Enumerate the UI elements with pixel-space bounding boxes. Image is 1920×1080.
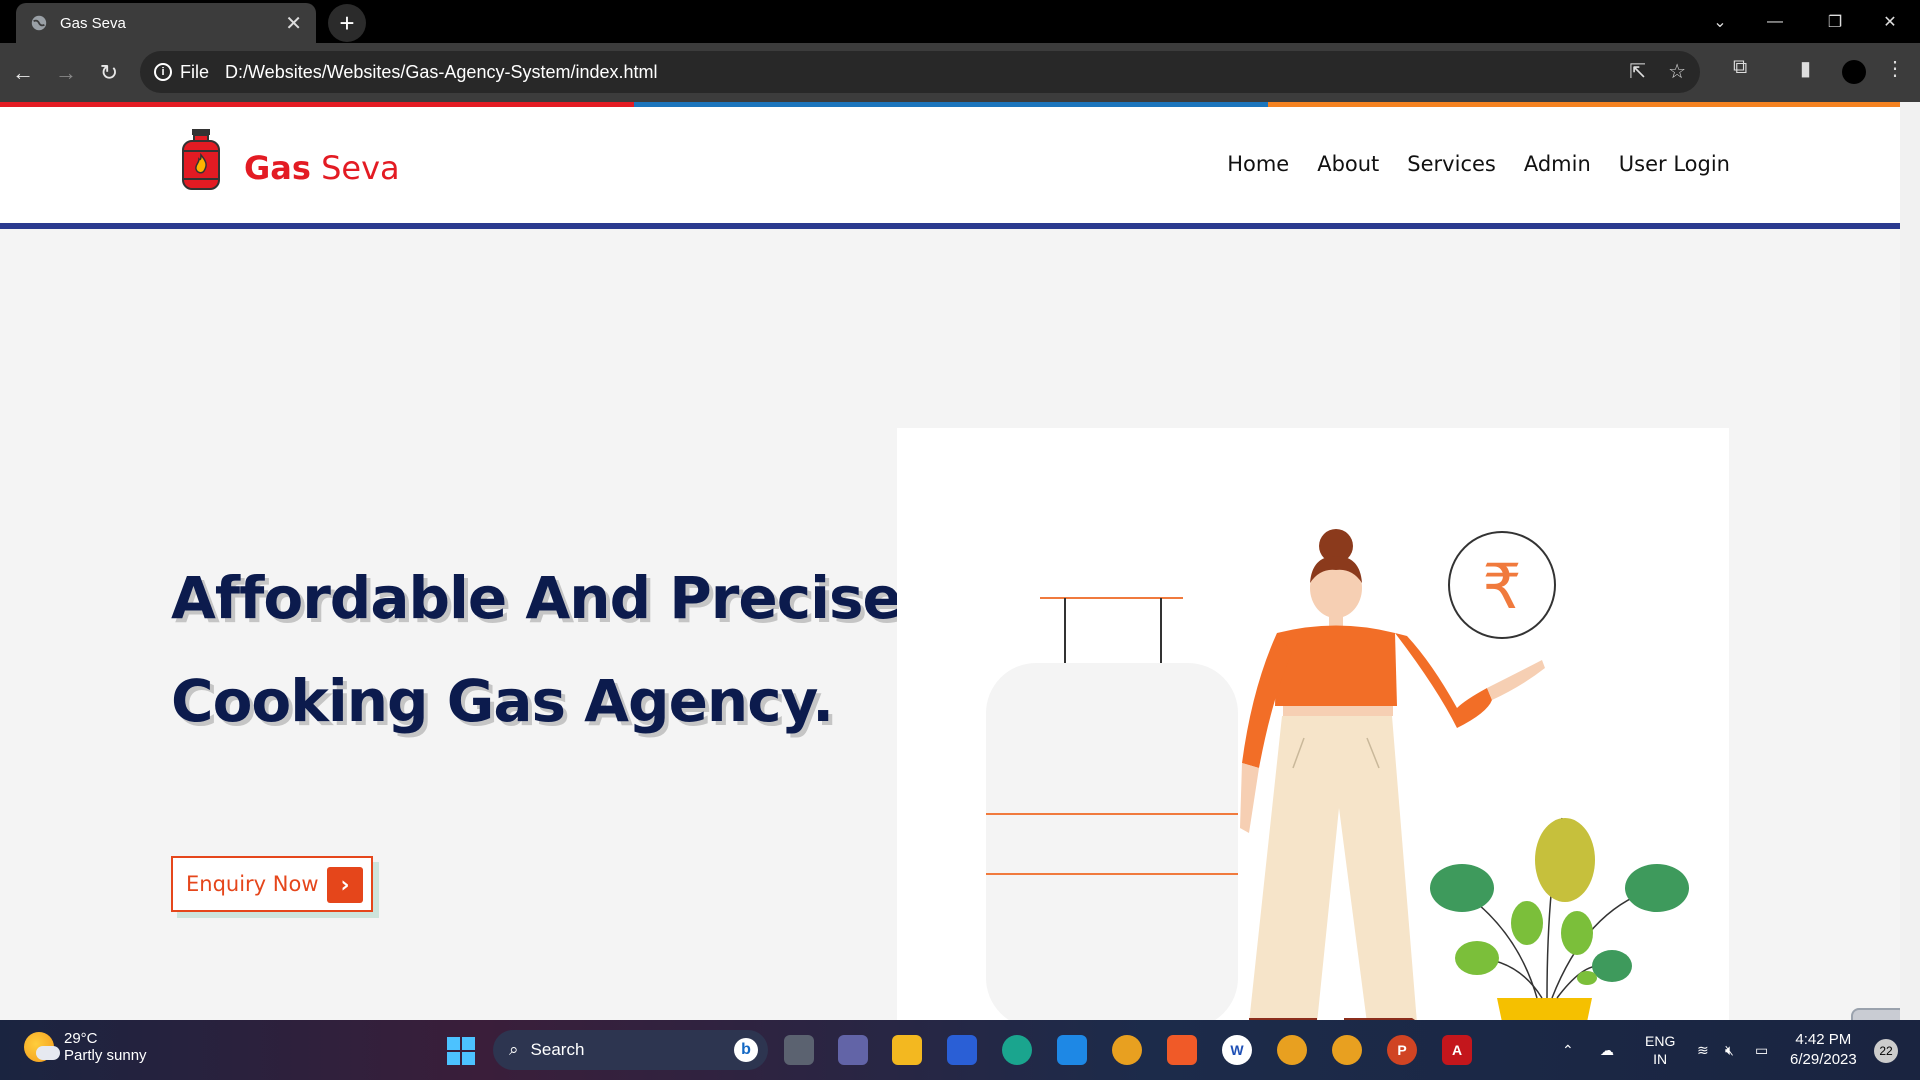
hero-title-line-1: Affordable And Precise — [171, 564, 902, 632]
browser-tab[interactable]: Gas Seva ✕ — [16, 3, 316, 43]
profile-avatar[interactable] — [1842, 60, 1866, 84]
woman-with-gas-cylinder-illustration: ₹ — [986, 529, 1689, 1020]
tab-search-icon[interactable]: ⌄ — [1690, 0, 1750, 43]
share-icon[interactable]: ⇱ — [1629, 59, 1646, 84]
language-indicator[interactable]: ENG IN — [1645, 1020, 1675, 1080]
hero-title: Affordable And Precise Cooking Gas Agenc… — [171, 547, 902, 753]
partly-sunny-icon — [24, 1032, 60, 1062]
extensions-icon[interactable]: ⧉ — [1733, 56, 1747, 79]
address-bar[interactable]: i File D:/Websites/Websites/Gas-Agency-S… — [140, 51, 1700, 93]
search-icon: ⌕ — [509, 1040, 519, 1059]
logo-gas: Gas — [244, 149, 311, 187]
globe-icon — [31, 15, 47, 31]
clock-date: 6/29/2023 — [1790, 1051, 1857, 1068]
restore-icon[interactable]: ❐ — [1805, 0, 1865, 43]
windows-taskbar: 29°C Partly sunny ⌕ Search b W P A ⌃ ☁ E… — [0, 1020, 1920, 1080]
url-text[interactable]: D:/Websites/Websites/Gas-Agency-System/i… — [225, 62, 657, 83]
app-w-icon[interactable]: W — [1222, 1035, 1252, 1065]
app-icon[interactable] — [947, 1035, 977, 1065]
muted-speaker-icon[interactable]: 🔇︎ — [1725, 1020, 1734, 1080]
menu-icon[interactable]: ⋮ — [1885, 56, 1905, 81]
notification-badge[interactable]: 22 — [1874, 1039, 1898, 1063]
search-placeholder: Search — [530, 1040, 585, 1059]
region-code: IN — [1653, 1051, 1668, 1067]
chrome-icon[interactable] — [1112, 1035, 1142, 1065]
edge-icon[interactable] — [1002, 1035, 1032, 1065]
chevron-right-icon: › — [327, 867, 363, 903]
enquiry-now-button[interactable]: Enquiry Now › — [171, 856, 373, 912]
vscode-icon[interactable] — [1057, 1035, 1087, 1065]
nav-services[interactable]: Services — [1407, 152, 1496, 176]
forward-icon[interactable]: → — [49, 56, 83, 90]
url-scheme: File — [180, 61, 210, 82]
browser-toolbar: ← → ↻ i File D:/Websites/Websites/Gas-Ag… — [0, 43, 1920, 102]
reload-icon[interactable]: ↻ — [92, 56, 126, 90]
chevron-up-icon[interactable]: ⌃ — [1562, 1020, 1574, 1080]
weather-widget[interactable]: 29°C Partly sunny — [24, 1030, 147, 1064]
tab-title: Gas Seva — [60, 14, 126, 32]
powerpoint-icon[interactable]: P — [1387, 1035, 1417, 1065]
logo-text: Gas Seva — [244, 149, 400, 187]
hero-title-line-2: Cooking Gas Agency. — [171, 667, 834, 735]
logo-seva: Seva — [321, 149, 400, 187]
chrome-profile-icon[interactable] — [1277, 1035, 1307, 1065]
chrome-active-icon[interactable] — [1332, 1035, 1362, 1065]
page-scrollbar[interactable] — [1900, 102, 1920, 1020]
gas-cylinder-icon — [182, 129, 220, 190]
side-panel-icon[interactable]: ▮ — [1800, 56, 1811, 81]
file-explorer-icon[interactable] — [892, 1035, 922, 1065]
rupee-symbol: ₹ — [1482, 550, 1521, 623]
nav-admin[interactable]: Admin — [1524, 152, 1591, 176]
web-page: Gas Seva Home About Services Admin User … — [0, 102, 1900, 1020]
minimize-icon[interactable]: — — [1745, 0, 1805, 43]
close-window-icon[interactable]: ✕ — [1860, 0, 1920, 43]
acrobat-icon[interactable]: A — [1442, 1035, 1472, 1065]
teams-chat-icon[interactable] — [838, 1035, 868, 1065]
nav-about[interactable]: About — [1317, 152, 1379, 176]
taskbar-search[interactable]: ⌕ Search b — [493, 1030, 768, 1070]
floating-action-button[interactable] — [1851, 1008, 1900, 1020]
battery-icon[interactable]: ▭ — [1755, 1020, 1768, 1080]
main-nav: Home About Services Admin User Login — [1227, 152, 1730, 176]
brave-icon[interactable] — [1167, 1035, 1197, 1065]
onedrive-icon[interactable]: ☁ — [1600, 1020, 1614, 1080]
back-icon[interactable]: ← — [6, 56, 40, 90]
task-view-icon[interactable] — [784, 1035, 814, 1065]
new-tab-button[interactable]: + — [328, 4, 366, 42]
bing-icon[interactable]: b — [734, 1038, 758, 1062]
info-icon[interactable]: i — [154, 63, 172, 81]
nav-user-login[interactable]: User Login — [1619, 152, 1730, 176]
bookmark-star-icon[interactable]: ☆ — [1668, 59, 1686, 84]
windows-start-icon[interactable] — [447, 1037, 475, 1065]
wifi-icon[interactable]: ≋ — [1697, 1020, 1709, 1080]
site-header: Gas Seva Home About Services Admin User … — [0, 107, 1900, 229]
browser-tab-strip: Gas Seva ✕ + ⌄ — ❐ ✕ — [0, 0, 1920, 43]
site-logo[interactable]: Gas Seva — [180, 127, 400, 193]
enquiry-label: Enquiry Now — [186, 872, 319, 896]
nav-home[interactable]: Home — [1227, 152, 1289, 176]
tab-close-icon[interactable]: ✕ — [285, 11, 302, 36]
clock-time: 4:42 PM — [1795, 1031, 1852, 1048]
weather-temp: 29°C — [64, 1030, 98, 1047]
weather-desc: Partly sunny — [64, 1047, 147, 1064]
lang-code: ENG — [1645, 1033, 1676, 1049]
hero-illustration: ₹ — [897, 428, 1729, 1020]
clock[interactable]: 4:42 PM 6/29/2023 — [1790, 1030, 1857, 1070]
